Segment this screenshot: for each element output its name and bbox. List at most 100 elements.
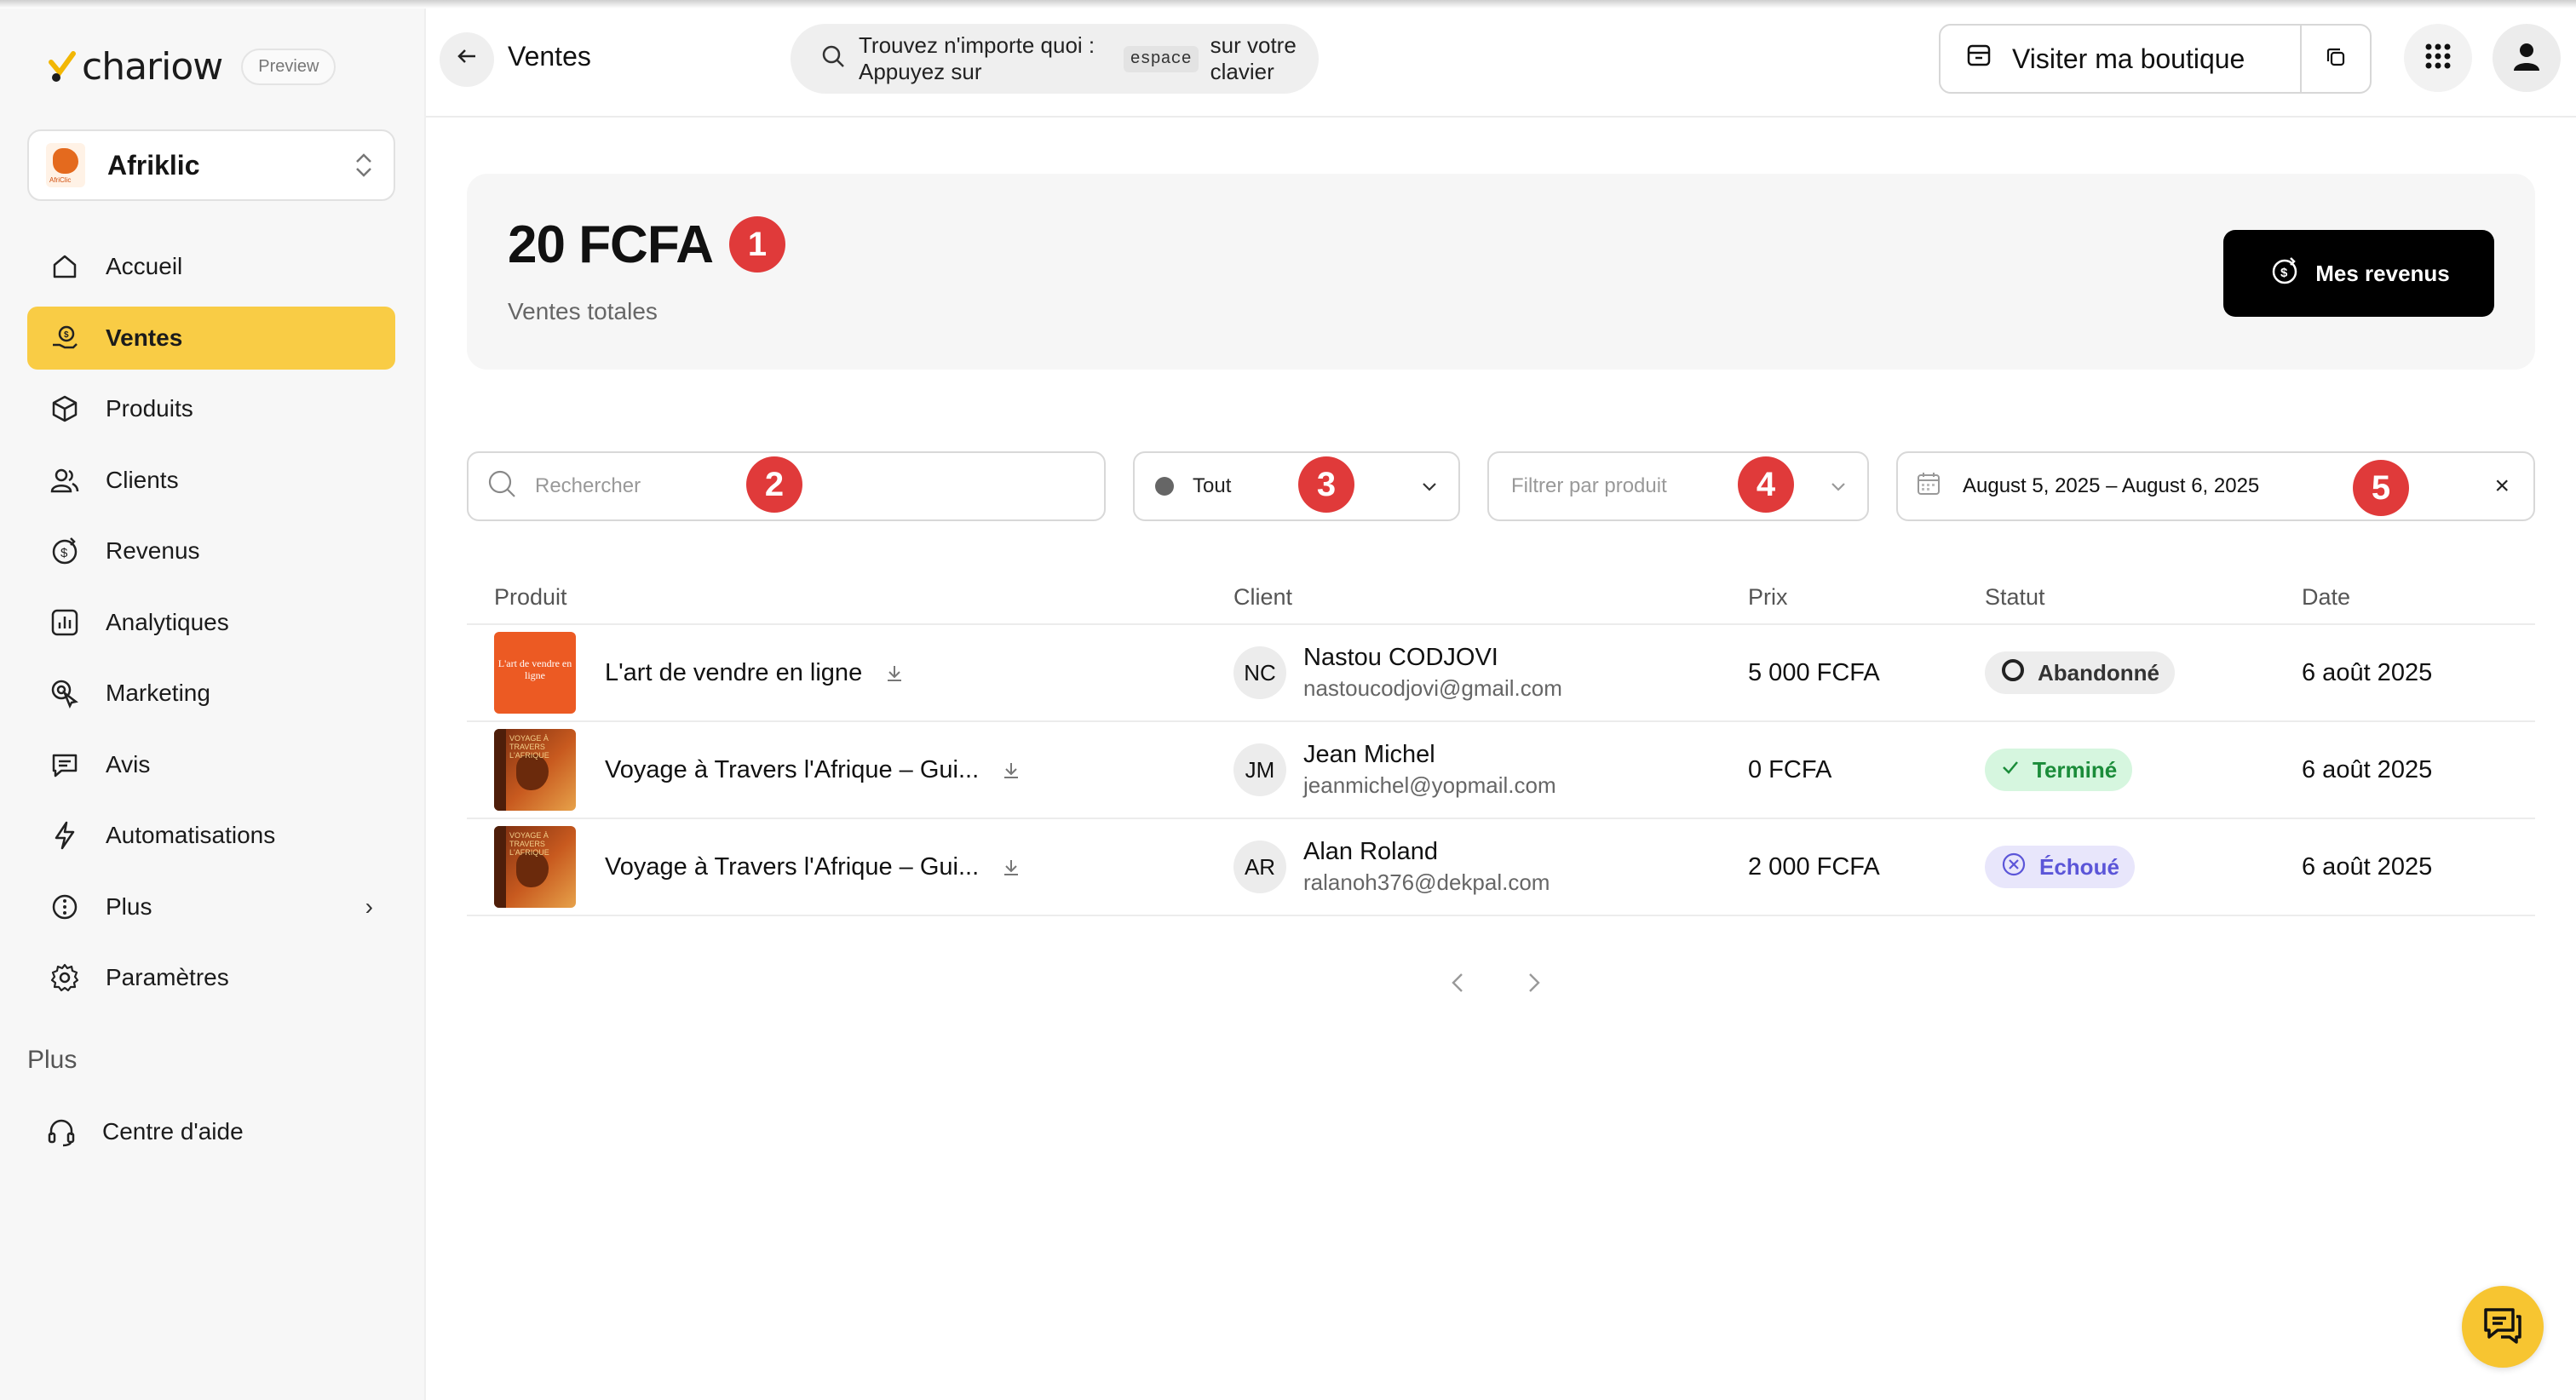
svg-text:$: $ xyxy=(60,546,68,560)
column-header-date: Date xyxy=(2302,583,2351,610)
previous-page-button[interactable] xyxy=(1445,969,1472,1004)
client-avatar: AR xyxy=(1233,841,1286,893)
grid-icon xyxy=(2424,42,2452,75)
marketing-icon xyxy=(48,676,82,710)
brand-name: chariow xyxy=(82,44,223,89)
visit-shop-button[interactable]: Visiter ma boutique xyxy=(1941,26,2302,92)
back-button[interactable] xyxy=(440,32,494,87)
sidebar-item-label: Accueil xyxy=(106,253,183,279)
circle-outline-icon xyxy=(2000,657,2026,689)
arrow-left-icon xyxy=(455,44,479,75)
sidebar-nav: Accueil $ Ventes Produits Clients $ Reve… xyxy=(27,235,395,1018)
chariow-logo-icon xyxy=(48,50,77,83)
sales-table: Produit Client Prix Statut Date L'art de… xyxy=(467,571,2535,916)
product-name: Voyage à Travers l'Afrique – Gui... xyxy=(605,755,980,783)
brand-logo[interactable]: chariow Preview xyxy=(48,44,336,89)
product-thumbnail: VOYAGE À TRAVERS L'AFRIQUE xyxy=(494,729,576,811)
product-filter-select[interactable]: Filtrer par produit xyxy=(1487,451,1869,521)
annotation-marker-3: 3 xyxy=(1298,456,1354,513)
preview-badge: Preview xyxy=(241,48,336,85)
status-badge: Abandonné xyxy=(1985,651,2175,694)
status-dot-icon xyxy=(1155,477,1174,496)
sidebar-item-help[interactable]: Centre d'aide xyxy=(27,1100,395,1163)
download-icon[interactable] xyxy=(884,663,905,683)
status-cell: Échoué xyxy=(1985,846,2302,888)
client-cell: NC Nastou CODJOVI nastoucodjovi@gmail.co… xyxy=(1233,644,1748,702)
product-name: L'art de vendre en ligne xyxy=(605,658,863,686)
total-sales-label: Ventes totales xyxy=(508,298,658,324)
status-cell: Abandonné xyxy=(1985,651,2302,694)
sidebar-item-automatisations[interactable]: Automatisations xyxy=(27,804,395,867)
sidebar-item-label: Produits xyxy=(106,395,193,422)
status-label: Échoué xyxy=(2039,853,2119,880)
download-icon[interactable] xyxy=(1001,857,1021,877)
status-label: Abandonné xyxy=(2038,659,2159,686)
chevron-down-icon xyxy=(1421,477,1438,494)
sidebar-item-analytiques[interactable]: Analytiques xyxy=(27,591,395,654)
sales-summary-card: 20 FCFA Ventes totales 1 $ Mes revenus xyxy=(467,174,2535,370)
client-email: nastoucodjovi@gmail.com xyxy=(1303,675,1562,701)
top-header: Ventes Trouvez n'importe quoi : Appuyez … xyxy=(426,0,2576,118)
client-cell: AR Alan Roland ralanoh376@dekpal.com xyxy=(1233,838,1748,896)
client-cell: JM Jean Michel jeanmichel@yopmail.com xyxy=(1233,741,1748,799)
column-header-product: Produit xyxy=(494,583,567,610)
support-chat-button[interactable] xyxy=(2462,1286,2544,1368)
bolt-icon xyxy=(48,818,82,852)
client-name: Jean Michel xyxy=(1303,741,1435,768)
visit-shop-group: Visiter ma boutique xyxy=(1939,24,2372,94)
sidebar-item-label: Automatisations xyxy=(106,822,276,848)
revenue-icon: $ xyxy=(2268,254,2302,294)
visit-shop-label: Visiter ma boutique xyxy=(2012,43,2245,74)
search-placeholder: Rechercher xyxy=(535,474,641,497)
price-cell: 5 000 FCFA xyxy=(1748,658,1880,686)
date-cell: 6 août 2025 xyxy=(2302,852,2433,881)
product-cell: VOYAGE À TRAVERS L'AFRIQUE Voyage à Trav… xyxy=(467,826,1233,908)
table-row[interactable]: L'art de vendre en ligne L'art de vendre… xyxy=(467,625,2535,722)
sidebar-item-accueil[interactable]: Accueil xyxy=(27,235,395,298)
sidebar-item-plus[interactable]: Plus › xyxy=(27,875,395,938)
copy-link-button[interactable] xyxy=(2302,26,2370,92)
search-hint-key: espace xyxy=(1123,45,1199,72)
sidebar-item-parametres[interactable]: Paramètres xyxy=(27,946,395,1009)
annotation-marker-5: 5 xyxy=(2353,460,2409,516)
sidebar-item-label: Ventes xyxy=(106,324,183,351)
sidebar-item-marketing[interactable]: Marketing xyxy=(27,662,395,725)
sidebar-item-label: Plus xyxy=(106,892,152,920)
user-avatar-button[interactable] xyxy=(2493,24,2561,92)
next-page-button[interactable] xyxy=(1520,969,1547,1004)
search-hint-prefix: Trouvez n'importe quoi : Appuyez sur xyxy=(859,32,1095,84)
price-cell: 0 FCFA xyxy=(1748,755,1832,783)
box-icon xyxy=(48,392,82,426)
download-icon[interactable] xyxy=(1001,760,1021,780)
client-email: jeanmichel@yopmail.com xyxy=(1303,772,1556,798)
sidebar-item-clients[interactable]: Clients xyxy=(27,449,395,512)
date-cell: 6 août 2025 xyxy=(2302,755,2433,783)
page-title: Ventes xyxy=(508,41,591,72)
x-circle-icon xyxy=(2000,851,2027,884)
sidebar-item-avis[interactable]: Avis xyxy=(27,733,395,796)
client-name: Alan Roland xyxy=(1303,838,1438,865)
my-revenue-button[interactable]: $ Mes revenus xyxy=(2223,230,2494,317)
table-row[interactable]: VOYAGE À TRAVERS L'AFRIQUE Voyage à Trav… xyxy=(467,819,2535,916)
table-row[interactable]: VOYAGE À TRAVERS L'AFRIQUE Voyage à Trav… xyxy=(467,722,2535,819)
date-range-picker[interactable]: August 5, 2025 – August 6, 2025 × xyxy=(1896,451,2535,521)
chevron-up-down-icon xyxy=(351,150,377,181)
sidebar-item-produits[interactable]: Produits xyxy=(27,377,395,440)
copy-icon xyxy=(2323,44,2349,74)
svg-text:$: $ xyxy=(64,330,69,340)
sidebar-item-revenus[interactable]: $ Revenus xyxy=(27,519,395,582)
apps-menu-button[interactable] xyxy=(2404,24,2472,92)
global-search-bar[interactable]: Trouvez n'importe quoi : Appuyez sur esp… xyxy=(791,24,1319,94)
date-range-value: August 5, 2025 – August 6, 2025 xyxy=(1963,474,2260,497)
shop-switcher[interactable]: AfriClic Afriklic xyxy=(27,129,395,201)
search-icon xyxy=(486,468,518,506)
column-header-client: Client xyxy=(1233,583,1293,610)
sidebar-item-ventes[interactable]: $ Ventes xyxy=(27,306,395,370)
status-label: Terminé xyxy=(2033,756,2118,783)
clear-date-button[interactable]: × xyxy=(2494,472,2510,501)
headset-icon xyxy=(44,1115,78,1149)
calendar-icon xyxy=(1915,470,1942,503)
analytics-icon xyxy=(48,605,82,640)
price-cell: 2 000 FCFA xyxy=(1748,852,1880,881)
status-filter-select[interactable]: Tout xyxy=(1133,451,1460,521)
